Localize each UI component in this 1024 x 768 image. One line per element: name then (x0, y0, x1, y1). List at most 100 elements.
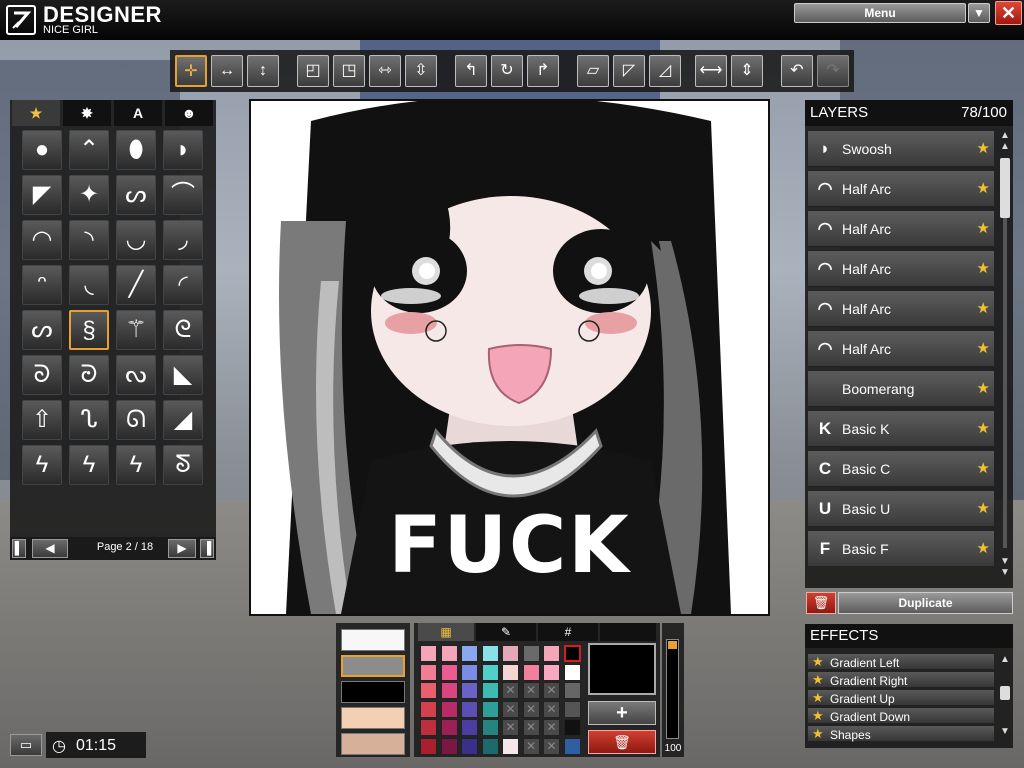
shape-cell[interactable]: ◝ (69, 220, 109, 260)
shape-cell[interactable]: ⇧ (22, 400, 62, 440)
palette-color[interactable] (563, 663, 581, 681)
palette-color[interactable] (420, 645, 437, 662)
color-swatch[interactable] (341, 655, 405, 677)
palette-color[interactable] (440, 719, 458, 736)
palette-color[interactable] (563, 682, 581, 699)
fit-horizontal-tool[interactable]: ⇿ (369, 55, 401, 87)
star-icon[interactable]: ★ (977, 379, 990, 397)
star-icon[interactable]: ★ (977, 499, 990, 517)
opacity-slider[interactable]: 100 (662, 623, 684, 757)
shape-cell[interactable]: ᔓ (116, 355, 156, 395)
palette-color[interactable] (543, 645, 560, 662)
flip-vertical-tool[interactable]: ⇕ (731, 55, 763, 87)
stretch-horizontal-tool[interactable]: ↔ (211, 55, 243, 87)
stretch-vertical-tool[interactable]: ↕ (247, 55, 279, 87)
shape-cell[interactable]: ╱ (116, 265, 156, 305)
eyedropper-tab[interactable]: ✎ (476, 623, 536, 641)
palette-color[interactable] (543, 663, 560, 681)
layer-row[interactable]: Boomerang ★ (807, 370, 995, 407)
palette-color[interactable] (502, 645, 519, 662)
scroll-thumb[interactable] (1000, 686, 1010, 700)
palette-color[interactable] (563, 737, 581, 755)
palette-color[interactable] (461, 737, 478, 755)
color-swatch[interactable] (341, 629, 405, 651)
layer-row[interactable]: ◠ Half Arc ★ (807, 290, 995, 327)
shape-cell[interactable]: ◠ (22, 220, 62, 260)
palette-color[interactable] (420, 719, 437, 736)
shape-cell[interactable]: ✦ (69, 175, 109, 215)
favorites-tab[interactable]: ★ (12, 100, 60, 126)
palette-color[interactable] (461, 719, 478, 736)
palette-color[interactable] (461, 700, 478, 718)
palette-color[interactable] (563, 719, 581, 736)
layer-row[interactable]: ◠ Half Arc ★ (807, 210, 995, 247)
layer-row[interactable]: ◠ Half Arc ★ (807, 170, 995, 207)
skew-up-tool[interactable]: ◿ (649, 55, 681, 87)
shape-cell[interactable]: ᔕ (22, 310, 62, 350)
splat-tab[interactable]: ✸ (63, 100, 111, 126)
opacity-track[interactable] (666, 639, 679, 739)
palette-color[interactable] (481, 663, 499, 681)
shape-cell[interactable]: ᘏ (116, 400, 156, 440)
palette-color[interactable] (481, 700, 499, 718)
star-icon[interactable]: ★ (977, 539, 990, 557)
flip-horizontal-tool[interactable]: ⟷ (695, 55, 727, 87)
shape-cell[interactable]: ◟ (69, 265, 109, 305)
next-page-button[interactable]: ▶ (168, 539, 196, 558)
palette-color[interactable] (481, 737, 499, 755)
layer-row[interactable]: ◗ Swoosh ★ (807, 130, 995, 167)
effect-row[interactable]: ★ Shapes (807, 725, 995, 742)
color-swatch[interactable] (341, 707, 405, 729)
effect-row[interactable]: ★ Gradient Left (807, 653, 995, 670)
align-top-left-tool[interactable]: ◰ (297, 55, 329, 87)
close-icon[interactable]: ✕ (995, 1, 1022, 25)
palette-color[interactable] (502, 737, 519, 755)
palette-color[interactable] (461, 663, 478, 681)
shape-cell[interactable]: ◞ (163, 220, 203, 260)
shape-cell[interactable]: ᘕ (163, 445, 203, 485)
duplicate-button[interactable]: Duplicate (838, 592, 1013, 614)
shape-cell[interactable]: ᘒ (69, 355, 109, 395)
palette-color[interactable] (440, 737, 458, 755)
star-icon[interactable]: ★ (977, 139, 990, 157)
shape-cell[interactable]: ϟ (116, 445, 156, 485)
palette-color[interactable] (563, 645, 581, 662)
shape-cell[interactable]: ◢ (163, 400, 203, 440)
palette-color[interactable] (420, 700, 437, 718)
last-page-button[interactable]: ▐ (200, 539, 214, 558)
shape-cell[interactable]: ◤ (22, 175, 62, 215)
chevron-down-icon[interactable]: ▼ (968, 3, 990, 23)
menu-button[interactable]: Menu (794, 3, 966, 23)
star-icon[interactable]: ★ (977, 459, 990, 477)
layer-row[interactable]: F Basic F ★ (807, 530, 995, 567)
first-page-button[interactable]: ▌ (12, 539, 26, 558)
opacity-knob[interactable] (668, 641, 677, 649)
layer-row[interactable]: C Basic C ★ (807, 450, 995, 487)
color-swatch[interactable] (341, 733, 405, 755)
shape-cell[interactable]: ϟ (22, 445, 62, 485)
palette-color[interactable] (563, 700, 581, 718)
delete-color-button[interactable]: 🗑 (588, 730, 656, 754)
scroll-thumb[interactable] (1000, 158, 1010, 218)
redo-button[interactable]: ↷ (817, 55, 849, 87)
shape-cell[interactable]: ᵔ (22, 265, 62, 305)
rotate-right-tool[interactable]: ↱ (527, 55, 559, 87)
skew-tool[interactable]: ▱ (577, 55, 609, 87)
layer-row[interactable]: ◠ Half Arc ★ (807, 250, 995, 287)
scroll-down-icon[interactable]: ▼ (999, 726, 1011, 737)
scroll-up-icon[interactable]: ▲ (999, 654, 1011, 665)
effect-row[interactable]: ★ Gradient Right (807, 671, 995, 688)
shape-cell[interactable]: ◡ (116, 220, 156, 260)
align-top-right-tool[interactable]: ◳ (333, 55, 365, 87)
palette-color[interactable] (420, 737, 437, 755)
star-icon[interactable]: ★ (977, 299, 990, 317)
shape-cell[interactable]: ᘓ (163, 310, 203, 350)
delete-layer-button[interactable]: 🗑 (806, 592, 836, 614)
undo-button[interactable]: ↶ (781, 55, 813, 87)
palette-color[interactable] (440, 682, 458, 699)
shape-cell[interactable]: § (69, 310, 109, 350)
star-icon[interactable]: ★ (977, 339, 990, 357)
shape-cell[interactable]: ⚚ (116, 310, 156, 350)
palette-color[interactable] (440, 663, 458, 681)
text-tab[interactable]: A (114, 100, 162, 126)
